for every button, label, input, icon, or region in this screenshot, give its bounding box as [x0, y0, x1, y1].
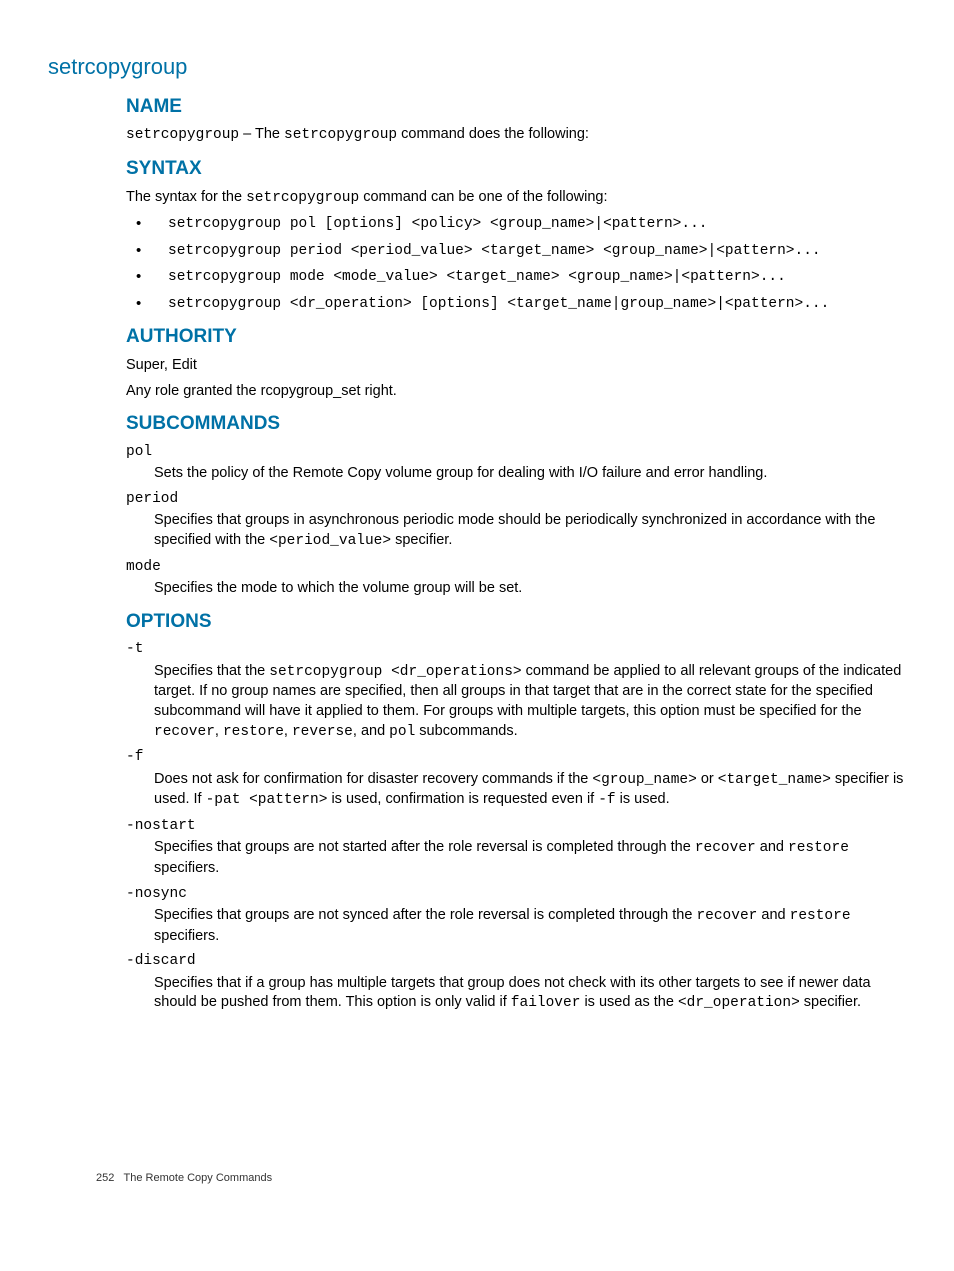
code: recover	[154, 724, 215, 740]
syntax-code: setrcopygroup mode <mode_value> <target_…	[168, 269, 786, 285]
text: – The	[239, 126, 284, 142]
text: is used.	[616, 791, 670, 807]
definition: Specifies that groups are not synced aft…	[154, 906, 906, 946]
term: -f	[126, 748, 906, 768]
code: restore	[223, 724, 284, 740]
text: command can be one of the following:	[359, 189, 607, 205]
syntax-list: setrcopygroup pol [options] <policy> <gr…	[126, 214, 906, 314]
code: -f	[598, 792, 615, 808]
term: mode	[126, 558, 906, 578]
term: -nostart	[126, 817, 906, 837]
text: specifier.	[391, 532, 452, 548]
text: specifiers.	[154, 928, 219, 944]
list-item: setrcopygroup period <period_value> <tar…	[126, 241, 906, 262]
term: -t	[126, 640, 906, 660]
code: <group_name>	[592, 772, 696, 788]
section-heading-authority: AUTHORITY	[126, 324, 906, 350]
list-item: setrcopygroup pol [options] <policy> <gr…	[126, 214, 906, 235]
code: <dr_operation>	[678, 995, 800, 1011]
text: Specifies that groups are not started af…	[154, 839, 695, 855]
code: restore	[790, 908, 851, 924]
code: <period_value>	[269, 533, 391, 549]
authority-line: Super, Edit	[126, 356, 906, 376]
list-item: setrcopygroup <dr_operation> [options] <…	[126, 294, 906, 315]
code: setrcopygroup <dr_operations>	[269, 664, 521, 680]
definition: Specifies that groups are not started af…	[154, 838, 906, 878]
text: ,	[284, 723, 292, 739]
text: Specifies that groups in asynchronous pe…	[154, 512, 875, 548]
term: -discard	[126, 952, 906, 972]
definition: Specifies that groups in asynchronous pe…	[154, 511, 906, 551]
syntax-intro: The syntax for the setrcopygroup command…	[126, 188, 906, 209]
code: restore	[788, 840, 849, 856]
text: Does not ask for confirmation for disast…	[154, 771, 592, 787]
text: is used as the	[580, 994, 678, 1010]
page-footer: 252 The Remote Copy Commands	[96, 1171, 272, 1186]
subcommands-list: pol Sets the policy of the Remote Copy v…	[126, 443, 906, 599]
text: and	[757, 907, 789, 923]
command-name: setrcopygroup	[246, 190, 359, 206]
section-heading-name: NAME	[126, 94, 906, 120]
name-line: setrcopygroup – The setrcopygroup comman…	[126, 125, 906, 146]
options-list: -t Specifies that the setrcopygroup <dr_…	[126, 640, 906, 1014]
text: and	[756, 839, 788, 855]
definition: Specifies that if a group has multiple t…	[154, 974, 906, 1014]
page-title: setrcopygroup	[48, 52, 906, 82]
code: recover	[695, 840, 756, 856]
text: ,	[215, 723, 223, 739]
term: -nosync	[126, 885, 906, 905]
command-name: setrcopygroup	[284, 127, 397, 143]
text: , and	[353, 723, 389, 739]
code: <target_name>	[718, 772, 831, 788]
term: period	[126, 490, 906, 510]
syntax-code: setrcopygroup <dr_operation> [options] <…	[168, 296, 829, 312]
authority-line: Any role granted the rcopygroup_set righ…	[126, 382, 906, 402]
text: specifiers.	[154, 860, 219, 876]
definition: Does not ask for confirmation for disast…	[154, 770, 906, 811]
command-name: setrcopygroup	[126, 127, 239, 143]
section-heading-syntax: SYNTAX	[126, 156, 906, 182]
text: is used, confirmation is requested even …	[327, 791, 598, 807]
text: subcommands.	[415, 723, 517, 739]
text: Specifies that the	[154, 663, 269, 679]
syntax-code: setrcopygroup pol [options] <policy> <gr…	[168, 216, 708, 232]
term: pol	[126, 443, 906, 463]
text: Specifies that groups are not synced aft…	[154, 907, 696, 923]
code: reverse	[292, 724, 353, 740]
text: specifier.	[800, 994, 861, 1010]
definition: Specifies that the setrcopygroup <dr_ope…	[154, 662, 906, 742]
text: command does the following:	[397, 126, 589, 142]
code: pol	[389, 724, 415, 740]
page-number: 252	[96, 1172, 114, 1184]
text: The syntax for the	[126, 189, 246, 205]
document-page: setrcopygroup NAME setrcopygroup – The s…	[48, 52, 906, 1222]
section-heading-options: OPTIONS	[126, 609, 906, 635]
syntax-code: setrcopygroup period <period_value> <tar…	[168, 243, 821, 259]
code: recover	[696, 908, 757, 924]
section-heading-subcommands: SUBCOMMANDS	[126, 411, 906, 437]
definition: Sets the policy of the Remote Copy volum…	[154, 464, 906, 484]
text: or	[697, 771, 718, 787]
footer-label: The Remote Copy Commands	[124, 1172, 273, 1184]
content-area: NAME setrcopygroup – The setrcopygroup c…	[126, 94, 906, 1014]
code: failover	[511, 995, 581, 1011]
definition: Specifies the mode to which the volume g…	[154, 579, 906, 599]
list-item: setrcopygroup mode <mode_value> <target_…	[126, 267, 906, 288]
code: -pat <pattern>	[206, 792, 328, 808]
